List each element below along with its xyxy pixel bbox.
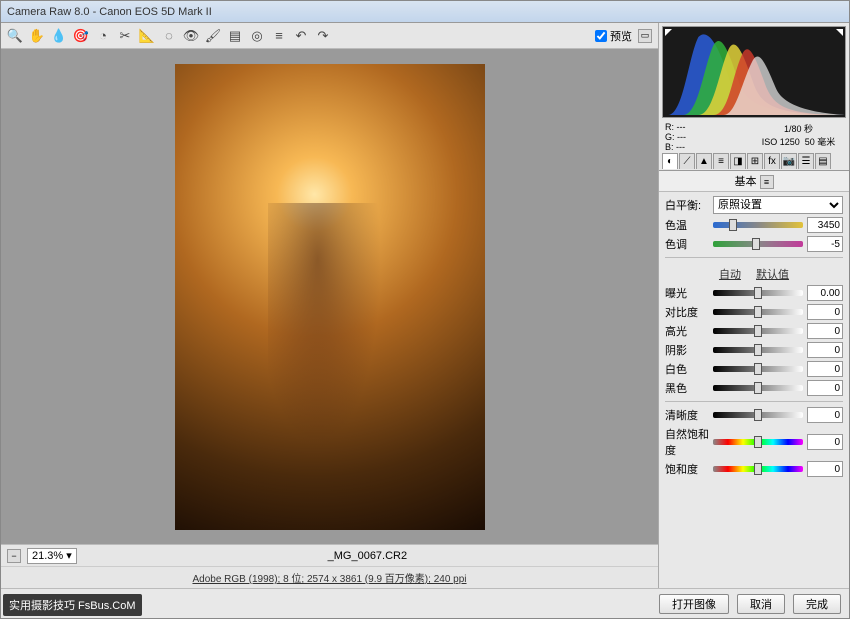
saturation-slider[interactable] — [713, 466, 803, 472]
shadows-value[interactable] — [807, 342, 843, 358]
panel-title: 基本 ≡ — [659, 171, 849, 192]
blacks-slider[interactable] — [713, 385, 803, 391]
brush-tool-icon[interactable]: 🖌 — [205, 28, 221, 44]
workflow-link[interactable]: Adobe RGB (1998); 8 位; 2574 x 3861 (9.9 … — [1, 566, 658, 588]
highlights-slider[interactable] — [713, 328, 803, 334]
contrast-label: 对比度 — [665, 304, 709, 320]
whites-label: 白色 — [665, 361, 709, 377]
clarity-slider[interactable] — [713, 412, 803, 418]
tab-detail[interactable]: ▲ — [696, 153, 712, 169]
saturation-label: 饱和度 — [665, 461, 709, 477]
blacks-label: 黑色 — [665, 380, 709, 396]
whites-slider[interactable] — [713, 366, 803, 372]
fullscreen-icon[interactable]: ▭ — [638, 29, 652, 43]
panel-tabs: ◐ ⟋ ▲ ≡ ◨ ⊞ fx 📷 ☰ ▤ — [659, 153, 849, 171]
clarity-label: 清晰度 — [665, 407, 709, 423]
tab-basic[interactable]: ◐ — [662, 153, 678, 169]
grad-tool-icon[interactable]: ▤ — [227, 28, 243, 44]
tab-hsl[interactable]: ≡ — [713, 153, 729, 169]
redeye-tool-icon[interactable]: 👁 — [183, 28, 199, 44]
tab-lens[interactable]: ⊞ — [747, 153, 763, 169]
toolbar: 🔍 ✋ 💧 🎯 ◔ ✂ 📐 ◌ 👁 🖌 ▤ ◎ ≡ ↶ ↷ 预览 — [1, 23, 658, 49]
expo-label: 曝光 — [665, 285, 709, 301]
shadows-slider[interactable] — [713, 347, 803, 353]
expo-slider[interactable] — [713, 290, 803, 296]
rotate-ccw-icon[interactable]: ↶ — [293, 28, 309, 44]
chevron-down-icon: ▾ — [66, 549, 72, 562]
basic-panel: 白平衡: 原照设置 色温 色调 自动 默认值 — [659, 192, 849, 588]
default-link[interactable]: 默认值 — [756, 269, 789, 281]
cancel-button[interactable]: 取消 — [737, 594, 785, 614]
hand-tool-icon[interactable]: ✋ — [29, 28, 45, 44]
wb-label: 白平衡: — [665, 197, 709, 213]
shadows-label: 阴影 — [665, 342, 709, 358]
radial-tool-icon[interactable]: ◎ — [249, 28, 265, 44]
tint-value[interactable] — [807, 236, 843, 252]
highlight-clip-icon[interactable] — [836, 29, 843, 36]
highlights-value[interactable] — [807, 323, 843, 339]
open-image-button[interactable]: 打开图像 — [659, 594, 729, 614]
zoom-minus-icon[interactable]: − — [7, 549, 21, 563]
auto-link[interactable]: 自动 — [719, 269, 741, 281]
left-pane: 🔍 ✋ 💧 🎯 ◔ ✂ 📐 ◌ 👁 🖌 ▤ ◎ ≡ ↶ ↷ 预览 — [1, 23, 659, 588]
titlebar: Camera Raw 8.0 - Canon EOS 5D Mark II — [1, 1, 849, 23]
tint-slider[interactable] — [713, 241, 803, 247]
histogram[interactable] — [662, 26, 846, 118]
rotate-cw-icon[interactable]: ↷ — [315, 28, 331, 44]
contrast-slider[interactable] — [713, 309, 803, 315]
prefs-icon[interactable]: ≡ — [271, 28, 287, 44]
tab-split[interactable]: ◨ — [730, 153, 746, 169]
image-canvas[interactable] — [1, 49, 658, 544]
preview-check-input[interactable] — [595, 30, 607, 42]
body: 🔍 ✋ 💧 🎯 ◔ ✂ 📐 ◌ 👁 🖌 ▤ ◎ ≡ ↶ ↷ 预览 — [1, 23, 849, 588]
wb-select[interactable]: 原照设置 — [713, 196, 843, 214]
done-button[interactable]: 完成 — [793, 594, 841, 614]
bottom-bar: − 21.3% ▾ _MG_0067.CR2 — [1, 544, 658, 566]
window-title: Camera Raw 8.0 - Canon EOS 5D Mark II — [7, 6, 212, 18]
spot-tool-icon[interactable]: ◌ — [161, 28, 177, 44]
tab-snap[interactable]: ▤ — [815, 153, 831, 169]
expo-value[interactable] — [807, 285, 843, 301]
targeted-adjust-icon[interactable]: ◔ — [95, 28, 111, 44]
filename-label: _MG_0067.CR2 — [328, 550, 408, 562]
tab-cal[interactable]: 📷 — [781, 153, 797, 169]
vibrance-slider[interactable] — [713, 439, 803, 445]
shadow-clip-icon[interactable] — [665, 29, 672, 36]
zoom-tool-icon[interactable]: 🔍 — [7, 28, 23, 44]
clarity-value[interactable] — [807, 407, 843, 423]
histogram-svg — [663, 27, 845, 117]
tab-fx[interactable]: fx — [764, 153, 780, 169]
zoom-value: 21.3% — [32, 550, 63, 562]
saturation-value[interactable] — [807, 461, 843, 477]
right-pane: R: --- G: --- B: --- 1/80 秒 ISO 1250 50 … — [659, 23, 849, 588]
wb-tool-icon[interactable]: 💧 — [51, 28, 67, 44]
preview-label: 预览 — [610, 28, 632, 44]
rgb-readout: R: --- G: --- B: --- 1/80 秒 ISO 1250 50 … — [659, 121, 849, 153]
temp-value[interactable] — [807, 217, 843, 233]
preview-checkbox[interactable]: 预览 — [595, 28, 632, 44]
contrast-value[interactable] — [807, 304, 843, 320]
temp-label: 色温 — [665, 217, 709, 233]
crop-tool-icon[interactable]: ✂ — [117, 28, 133, 44]
app-window: Camera Raw 8.0 - Canon EOS 5D Mark II 🔍 … — [0, 0, 850, 619]
photo-preview — [175, 64, 485, 530]
vibrance-value[interactable] — [807, 434, 843, 450]
highlights-label: 高光 — [665, 323, 709, 339]
watermark: 实用摄影技巧 FsBus.CoM — [3, 594, 142, 616]
zoom-select[interactable]: 21.3% ▾ — [27, 548, 77, 564]
tint-label: 色调 — [665, 236, 709, 252]
straighten-tool-icon[interactable]: 📐 — [139, 28, 155, 44]
panel-menu-icon[interactable]: ≡ — [760, 175, 774, 189]
vibrance-label: 自然饱和度 — [665, 426, 709, 458]
workflow-text: Adobe RGB (1998); 8 位; 2574 x 3861 (9.9 … — [192, 570, 466, 585]
temp-slider[interactable] — [713, 222, 803, 228]
tab-curve[interactable]: ⟋ — [679, 153, 695, 169]
whites-value[interactable] — [807, 361, 843, 377]
tab-preset[interactable]: ☰ — [798, 153, 814, 169]
color-sampler-icon[interactable]: 🎯 — [73, 28, 89, 44]
blacks-value[interactable] — [807, 380, 843, 396]
